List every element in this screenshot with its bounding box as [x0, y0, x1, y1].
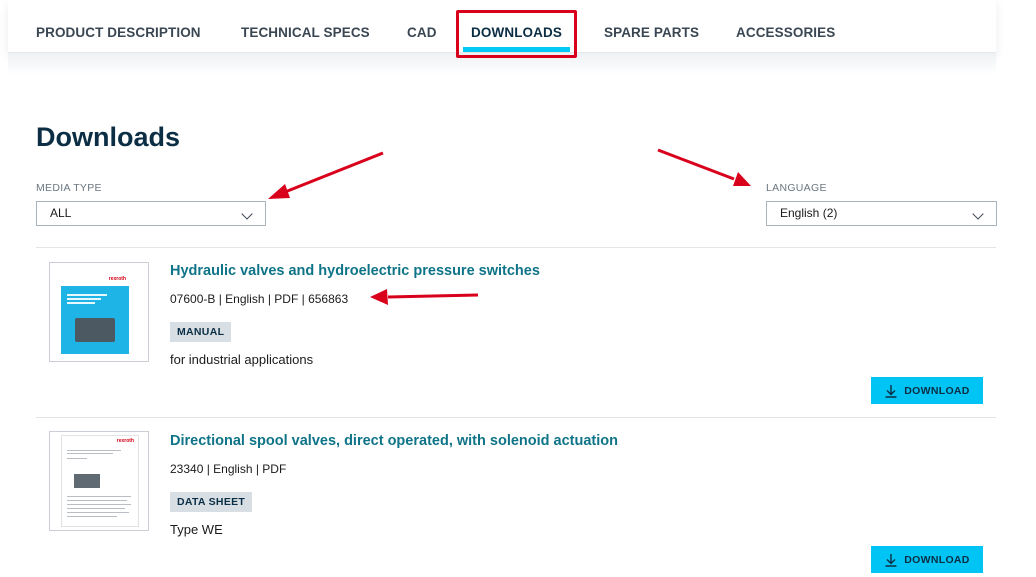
divider: [36, 417, 996, 418]
language-select[interactable]: English (2): [766, 201, 997, 226]
download-meta: 07600-B | English | PDF | 656863: [170, 292, 349, 306]
annotation-arrow-language: [657, 148, 751, 186]
tab-product-description[interactable]: PRODUCT DESCRIPTION: [36, 0, 201, 52]
download-icon: [885, 553, 897, 567]
annotation-arrows: [268, 148, 751, 305]
download-description: Type WE: [170, 522, 223, 537]
language-label: LANGUAGE: [766, 182, 827, 194]
download-title-link[interactable]: Directional spool valves, direct operate…: [170, 433, 618, 449]
download-description: for industrial applications: [170, 352, 314, 367]
tab-accessories[interactable]: ACCESSORIES: [736, 0, 835, 52]
annotation-arrow-media-type: [268, 151, 384, 199]
tab-spare-parts[interactable]: SPARE PARTS: [604, 0, 699, 52]
media-type-badge: DATA SHEET: [170, 492, 253, 512]
media-type-badge: MANUAL: [170, 322, 232, 342]
download-button-label: DOWNLOAD: [904, 553, 970, 566]
tab-cad[interactable]: CAD: [407, 0, 437, 52]
document-thumbnail[interactable]: rexroth: [49, 431, 149, 531]
chevron-down-icon: [972, 208, 984, 220]
media-type-value: ALL: [50, 206, 72, 220]
manual-cover-image: rexroth: [61, 274, 129, 354]
language-value: English (2): [780, 206, 838, 220]
download-button-label: DOWNLOAD: [904, 384, 970, 397]
download-title-link[interactable]: Hydraulic valves and hydroelectric press…: [170, 263, 540, 279]
page-title: Downloads: [36, 122, 181, 152]
media-type-select[interactable]: ALL: [36, 201, 266, 226]
tab-technical-specs[interactable]: TECHNICAL SPECS: [241, 0, 370, 52]
download-icon: [885, 384, 897, 398]
data-sheet-cover-image: rexroth: [61, 435, 139, 527]
document-thumbnail[interactable]: rexroth: [49, 262, 149, 362]
download-meta: 23340 | English | PDF: [170, 462, 287, 476]
annotation-highlight-box: [456, 10, 577, 58]
chevron-down-icon: [241, 208, 253, 220]
divider: [36, 247, 996, 248]
download-button[interactable]: DOWNLOAD: [871, 377, 983, 404]
download-button[interactable]: DOWNLOAD: [871, 546, 983, 573]
annotation-arrow-meta: [370, 289, 479, 305]
media-type-label: MEDIA TYPE: [36, 182, 102, 194]
